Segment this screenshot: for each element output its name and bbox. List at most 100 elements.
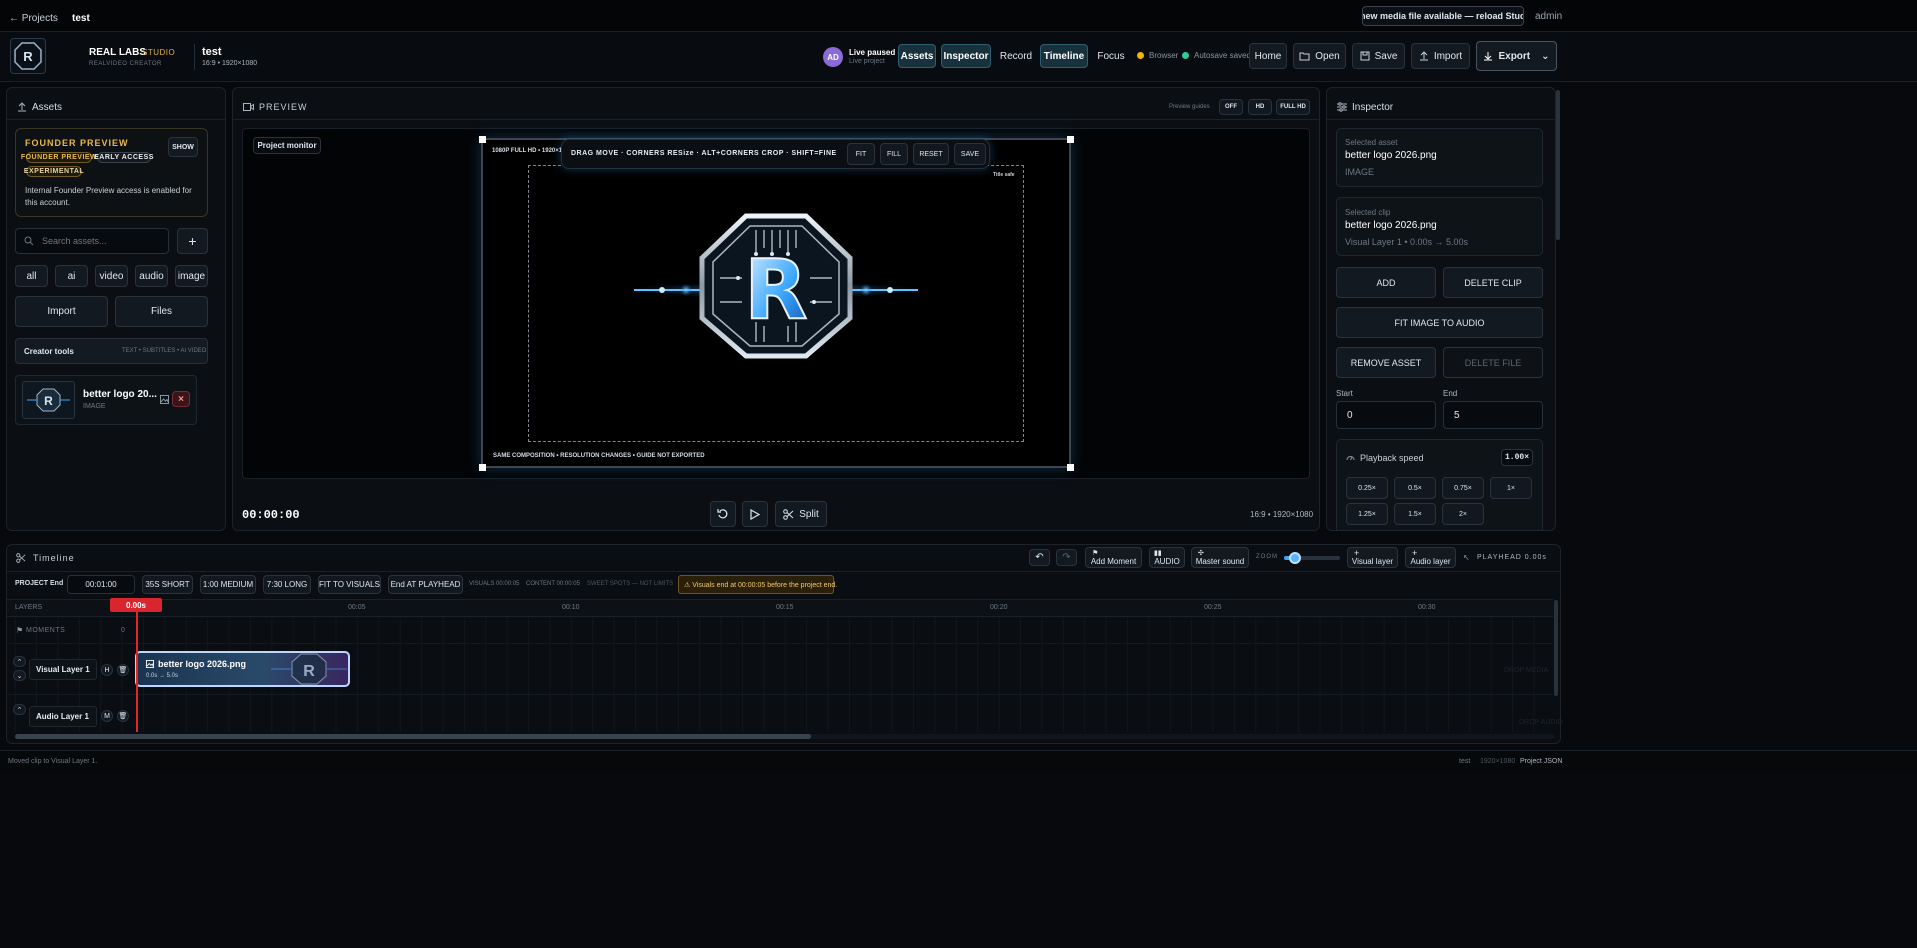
timeline-clip[interactable]: R better logo 2026.png 0.0s → 5.0s: [135, 651, 350, 687]
creator-tools-subtitle: TEXT • SUBTITLES • AI VIDEO: [122, 348, 207, 354]
start-input[interactable]: 0: [1336, 401, 1436, 429]
end-input[interactable]: 5: [1443, 401, 1543, 429]
reload-notice-button[interactable]: 1 new media file available — reload Stud…: [1362, 6, 1524, 26]
filter-audio[interactable]: audio: [135, 265, 168, 287]
split-button[interactable]: Split: [775, 501, 827, 527]
resize-handle[interactable]: [1067, 136, 1074, 143]
resize-handle[interactable]: [479, 464, 486, 471]
guide-full-hd-button[interactable]: FULL HD: [1276, 99, 1310, 115]
download-icon: [1484, 52, 1493, 61]
avatar[interactable]: AD: [823, 47, 843, 67]
zoom-slider[interactable]: [1284, 552, 1340, 564]
tab-record[interactable]: Record: [998, 44, 1034, 68]
selected-asset-name: better logo 2026.png: [1345, 150, 1437, 161]
trash-icon[interactable]: 🗑: [117, 710, 129, 722]
add-asset-button[interactable]: +: [177, 228, 208, 254]
browser-status-label: Browser: [1149, 51, 1179, 60]
import-button[interactable]: Import: [1411, 43, 1470, 69]
filter-image[interactable]: image: [175, 265, 208, 287]
home-button[interactable]: Home: [1249, 43, 1287, 69]
speed-1[interactable]: 1×: [1490, 477, 1532, 499]
undo-button[interactable]: ↶: [1029, 549, 1050, 566]
tab-timeline[interactable]: Timeline: [1040, 44, 1088, 68]
resize-handle[interactable]: [479, 136, 486, 143]
preset-7-30-long[interactable]: 7:30 LONG: [263, 575, 311, 594]
top-bar: [0, 0, 1917, 32]
timeline-vertical-scrollbar[interactable]: [1554, 600, 1558, 696]
preset-1-00-medium[interactable]: 1:00 MEDIUM: [200, 575, 256, 594]
reset-button[interactable]: RESET: [913, 143, 949, 165]
chevron-up-icon[interactable]: ⌃: [13, 656, 26, 667]
export-button[interactable]: Export ⌄: [1476, 41, 1557, 71]
playhead-badge[interactable]: 0.00s: [110, 598, 162, 612]
filter-ai[interactable]: ai: [55, 265, 88, 287]
fit-image-to-audio-button[interactable]: FIT IMAGE TO AUDIO: [1336, 307, 1543, 338]
timeline-scrollbar[interactable]: [15, 734, 811, 739]
autosave-status-label: Autosave saved: [1194, 51, 1251, 60]
speed-0-25[interactable]: 0.25×: [1346, 477, 1388, 499]
upload-icon: [17, 102, 27, 112]
open-button-label: Open: [1315, 50, 1340, 62]
open-button[interactable]: Open: [1293, 43, 1346, 69]
delete-clip-button[interactable]: DELETE CLIP: [1443, 267, 1543, 298]
brand-logo-icon[interactable]: R: [10, 38, 46, 74]
search-input[interactable]: [42, 236, 162, 246]
trash-icon[interactable]: 🗑: [117, 664, 129, 676]
logo-image[interactable]: R: [626, 210, 926, 362]
master-sound-button[interactable]: ✣ Master sound: [1191, 547, 1249, 568]
visual-layer-name-box[interactable]: Visual Layer 1: [29, 659, 97, 680]
speed-2[interactable]: 2×: [1442, 503, 1484, 525]
inspector-scrollbar[interactable]: [1556, 90, 1560, 240]
fit-to-visuals-button[interactable]: FIT TO VISUALS: [318, 575, 381, 594]
tab-inspector[interactable]: Inspector: [941, 44, 991, 68]
speed-0-5[interactable]: 0.5×: [1394, 477, 1436, 499]
founder-show-button[interactable]: SHOW: [168, 137, 198, 157]
guide-hd-button[interactable]: HD: [1248, 99, 1272, 115]
fit-button[interactable]: FIT: [847, 143, 875, 165]
tab-assets[interactable]: Assets: [898, 44, 936, 68]
header-divider: [194, 44, 195, 70]
export-button-label: Export: [1498, 50, 1531, 62]
add-audio-layer-button[interactable]: + Audio layer: [1405, 547, 1456, 568]
user-name[interactable]: admin: [1535, 11, 1562, 22]
chevron-down-icon[interactable]: ⌄: [13, 670, 26, 681]
tab-focus[interactable]: Focus: [1094, 44, 1128, 68]
audio-button[interactable]: ▮▮ AUDIO: [1149, 547, 1185, 568]
filter-video[interactable]: video: [95, 265, 128, 287]
filter-all[interactable]: all: [15, 265, 48, 287]
resize-handle[interactable]: [1067, 464, 1074, 471]
chevron-up-icon[interactable]: ⌃: [13, 704, 26, 715]
add-moment-button[interactable]: ⚑ Add Moment: [1085, 547, 1142, 568]
mute-layer-button[interactable]: M: [101, 710, 113, 722]
fill-button[interactable]: FILL: [880, 143, 908, 165]
redo-button[interactable]: ↷: [1056, 549, 1077, 566]
speed-1-25[interactable]: 1.25×: [1346, 503, 1388, 525]
playback-speed-value[interactable]: 1.00×: [1501, 449, 1533, 466]
project-json-link[interactable]: Project JSON: [1520, 758, 1562, 765]
speed-0-75[interactable]: 0.75×: [1442, 477, 1484, 499]
remove-asset-button[interactable]: REMOVE ASSET: [1336, 347, 1436, 378]
speed-1-5[interactable]: 1.5×: [1394, 503, 1436, 525]
status-bar: [0, 750, 1917, 774]
play-button[interactable]: [742, 501, 768, 527]
end-at-playhead-button[interactable]: End AT PLAYHEAD: [388, 575, 463, 594]
guide-off-button[interactable]: OFF: [1219, 99, 1243, 115]
add-clip-button[interactable]: ADD: [1336, 267, 1436, 298]
delete-asset-button[interactable]: ×: [172, 391, 190, 407]
image-icon[interactable]: [160, 395, 169, 404]
hide-layer-button[interactable]: H: [101, 664, 113, 676]
preset-35s-short[interactable]: 35S SHORT: [142, 575, 193, 594]
delete-file-button[interactable]: DELETE FILE: [1443, 347, 1543, 378]
preview-timecode: 00:00:00: [242, 508, 300, 522]
rewind-button[interactable]: [710, 501, 736, 527]
save-button[interactable]: Save: [1352, 43, 1405, 69]
files-button[interactable]: Files: [115, 296, 208, 327]
preview-aspect: 16:9 • 1920×1080: [1250, 510, 1314, 519]
save-transform-button[interactable]: SAVE: [954, 143, 986, 165]
audio-layer-name-box[interactable]: Audio Layer 1: [29, 706, 97, 727]
brand-tag: STUDIO: [142, 48, 176, 57]
project-end-input[interactable]: 00:01:00: [67, 575, 135, 594]
import-assets-button[interactable]: Import: [15, 296, 108, 327]
add-visual-layer-button[interactable]: + Visual layer: [1347, 547, 1398, 568]
back-to-projects-link[interactable]: ← Projects: [9, 13, 58, 24]
